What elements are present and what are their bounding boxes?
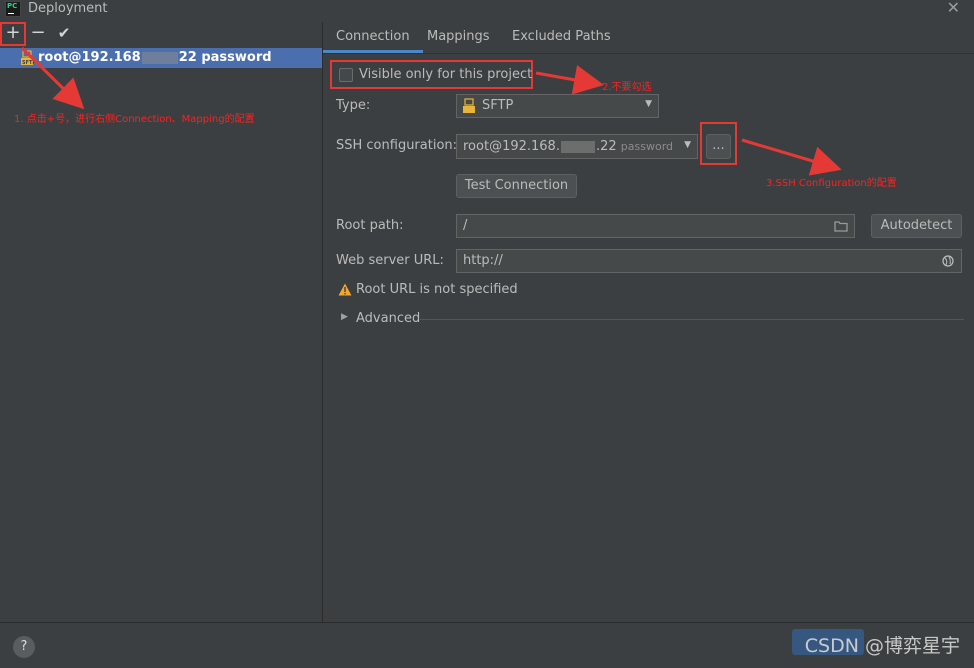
redacted-blur xyxy=(560,140,595,153)
type-select[interactable]: SFTP ▼ xyxy=(456,94,659,118)
root-path-label: Root path: xyxy=(336,218,404,233)
chevron-right-icon[interactable]: ▶ xyxy=(341,312,348,322)
visible-only-label: Visible only for this project xyxy=(359,67,533,82)
type-label: Type: xyxy=(336,98,371,113)
chevron-down-icon: ▼ xyxy=(645,99,652,109)
warning-icon xyxy=(338,283,352,296)
sftp-type-icon xyxy=(463,98,475,113)
help-button[interactable]: ? xyxy=(13,636,35,658)
tab-bar: Connection Mappings Excluded Paths xyxy=(323,22,974,54)
folder-icon[interactable] xyxy=(834,220,848,232)
annotation-step-2: 2.不要勾选 xyxy=(602,82,652,93)
web-url-label: Web server URL: xyxy=(336,253,444,268)
autodetect-button[interactable]: Autodetect xyxy=(871,214,962,238)
csdn-watermark: CSDN @博弈星宇 xyxy=(804,635,960,657)
dialog-footer: ? CSDN @博弈星宇 xyxy=(0,622,974,668)
tab-excluded-paths[interactable]: Excluded Paths xyxy=(499,22,624,53)
type-value: SFTP xyxy=(482,98,514,113)
web-url-value: http:// xyxy=(463,253,503,268)
ssh-config-label: SSH configuration: xyxy=(336,138,458,153)
ssh-value-suffix: .22 xyxy=(595,139,617,154)
visible-only-checkbox[interactable] xyxy=(339,68,353,82)
root-path-field[interactable]: / xyxy=(456,214,855,238)
ssh-value-prefix: root@192.168. xyxy=(463,139,560,154)
ssh-value-hint: password xyxy=(620,140,674,153)
connection-form: Visible only for this project Type: SFTP… xyxy=(323,54,974,622)
chevron-down-icon: ▼ xyxy=(684,140,691,150)
ssh-config-select[interactable]: root@192.168. .22 password ▼ xyxy=(456,134,698,159)
advanced-toggle[interactable]: Advanced xyxy=(356,311,420,326)
globe-icon[interactable] xyxy=(942,255,954,267)
ssh-browse-highlight xyxy=(700,122,737,165)
tab-connection[interactable]: Connection xyxy=(323,22,423,53)
annotation-step-3: 3.SSH Configuration的配置 xyxy=(766,178,897,189)
advanced-divider xyxy=(420,319,964,320)
tab-mappings[interactable]: Mappings xyxy=(414,22,503,53)
root-url-warning: Root URL is not specified xyxy=(356,282,518,297)
web-url-field[interactable]: http:// xyxy=(456,249,962,273)
arrow-1 xyxy=(20,46,85,110)
root-path-value: / xyxy=(463,218,468,233)
annotation-step-1: 1. 点击+号，进行右侧Connection、Mapping的配置 xyxy=(14,114,255,125)
test-connection-button[interactable]: Test Connection xyxy=(456,174,577,198)
